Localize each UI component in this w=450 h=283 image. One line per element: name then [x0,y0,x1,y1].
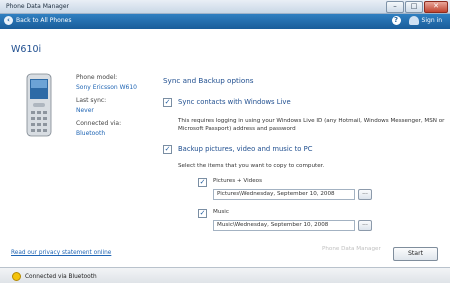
pictures-checkbox[interactable]: ✓ [198,178,207,187]
bluetooth-status-icon [12,272,21,281]
music-browse-button[interactable]: ... [358,220,372,231]
window-controls: – □ ✕ [386,1,448,13]
connected-via-value: Bluetooth [76,130,106,137]
music-label: Music [213,209,229,215]
music-checkbox[interactable]: ✓ [198,209,207,218]
last-sync-value: Never [76,107,94,114]
window-title: Phone Data Manager [6,3,70,10]
watermark-text: Phone Data Manager [322,246,381,252]
close-button[interactable]: ✕ [424,1,448,13]
pictures-path-field[interactable]: Pictures\Wednesday, September 10, 2008 [213,189,355,200]
sync-contacts-checkbox[interactable]: ✓ [163,98,172,107]
status-bar: Connected via Bluetooth [0,267,450,283]
sign-in-label: Sign in [421,17,442,24]
backup-desc: Select the items that you want to copy t… [178,163,325,169]
sync-contacts-desc-2: Microsoft Passport) address and password [178,126,296,132]
nav-bar: ‹ Back to All Phones ? Sign in [0,14,450,29]
status-text: Connected via Bluetooth [25,273,97,280]
sync-contacts-desc-1: This requires logging in using your Wind… [178,118,445,124]
privacy-link[interactable]: Read our privacy statement online [11,250,111,256]
back-arrow-icon: ‹ [4,16,13,25]
phone-name: W610i [11,44,42,55]
title-bar: Phone Data Manager – □ ✕ [0,0,450,14]
help-icon[interactable]: ? [391,16,401,25]
back-to-all-phones-button[interactable]: ‹ Back to All Phones [4,16,71,25]
minimize-button[interactable]: – [386,1,404,13]
options-title: Sync and Backup options [163,76,254,85]
nav-right: ? Sign in [391,16,442,25]
last-sync-label: Last sync: [76,97,107,104]
back-label: Back to All Phones [16,17,72,24]
start-button[interactable]: Start [393,247,438,261]
main-content: W610i Phone model: Sony Ericsson W610 La… [0,29,450,267]
pictures-label: Pictures + Videos [213,178,262,184]
phone-model-value: Sony Ericsson W610 [76,84,137,91]
music-path-field[interactable]: Music\Wednesday, September 10, 2008 [213,220,355,231]
user-icon [408,16,419,25]
maximize-button[interactable]: □ [405,1,423,13]
backup-checkbox[interactable]: ✓ [163,145,172,154]
sync-contacts-label: Sync contacts with Windows Live [178,98,291,106]
phone-image [26,73,52,137]
sign-in-button[interactable]: Sign in [408,16,442,25]
backup-label: Backup pictures, video and music to PC [178,145,313,153]
connected-via-label: Connected via: [76,120,122,127]
connection-status: Connected via Bluetooth [12,272,97,281]
phone-info: Phone model: Sony Ericsson W610 Last syn… [76,74,137,143]
pictures-browse-button[interactable]: ... [358,189,372,200]
phone-model-label: Phone model: [76,74,118,81]
